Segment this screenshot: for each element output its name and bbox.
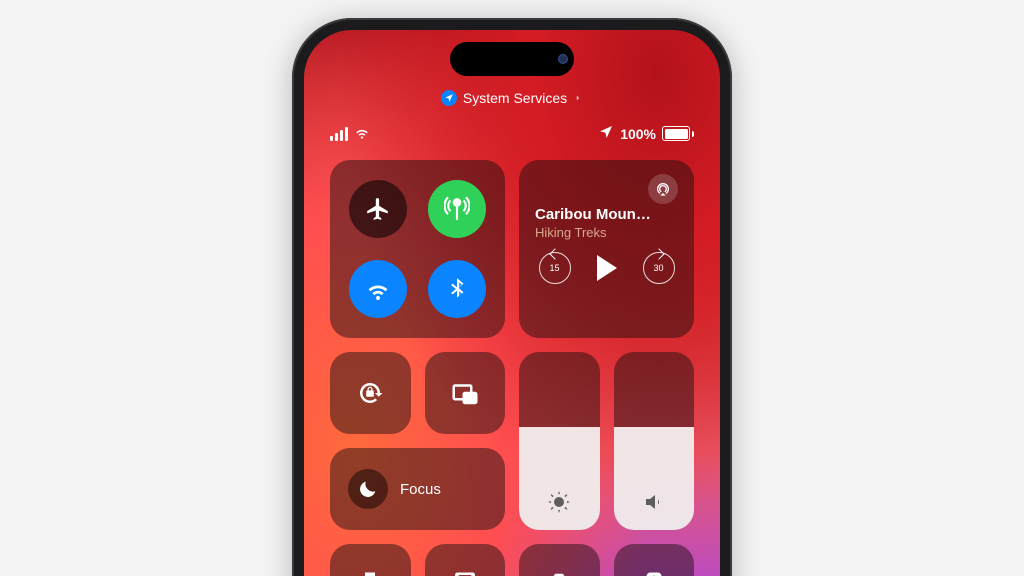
skip-forward-label: 30 [653, 263, 663, 273]
volume-slider[interactable] [614, 352, 695, 530]
antenna-icon [444, 196, 470, 222]
calculator-button[interactable] [425, 544, 506, 576]
orientation-lock-toggle[interactable] [330, 352, 411, 434]
camera-button[interactable] [519, 544, 600, 576]
chevron-right-icon [573, 90, 583, 106]
skip-back-button[interactable]: 15 [539, 252, 571, 284]
media-title: Caribou Moun… [535, 206, 678, 223]
stage: System Services 100% [0, 0, 1024, 576]
cellular-signal-icon [330, 127, 348, 141]
skip-forward-button[interactable]: 30 [643, 252, 675, 284]
airplane-icon [365, 196, 391, 222]
phone-frame: System Services 100% [292, 18, 732, 576]
focus-label: Focus [400, 481, 441, 498]
media-subtitle: Hiking Treks [535, 225, 678, 240]
location-banner[interactable]: System Services [304, 90, 720, 106]
moon-icon [348, 469, 388, 509]
calculator-icon [450, 570, 480, 576]
flashlight-button[interactable] [330, 544, 411, 576]
skip-back-label: 15 [549, 263, 559, 273]
airplay-button[interactable] [648, 174, 678, 204]
control-center-screen: System Services 100% [304, 30, 720, 576]
focus-button[interactable]: Focus [330, 448, 505, 530]
flashlight-icon [355, 570, 385, 576]
location-banner-label: System Services [463, 90, 567, 106]
play-button[interactable] [597, 255, 617, 281]
speaker-icon [642, 490, 666, 514]
connectivity-group[interactable] [330, 160, 505, 338]
wifi-toggle[interactable] [349, 260, 407, 318]
airplane-mode-toggle[interactable] [349, 180, 407, 238]
control-center-grid: Caribou Moun… Hiking Treks 15 30 [330, 160, 694, 576]
cellular-data-toggle[interactable] [428, 180, 486, 238]
airplay-icon [655, 181, 671, 197]
screen-mirroring-button[interactable] [425, 352, 506, 434]
battery-percent: 100% [620, 126, 656, 142]
now-playing-tile[interactable]: Caribou Moun… Hiking Treks 15 30 [519, 160, 694, 338]
brightness-slider[interactable] [519, 352, 600, 530]
location-status-icon [598, 124, 614, 143]
bluetooth-toggle[interactable] [428, 260, 486, 318]
tv-remote-icon [639, 570, 669, 576]
camera-icon [544, 570, 574, 576]
tv-remote-button[interactable] [614, 544, 695, 576]
battery-icon [662, 126, 694, 141]
wifi-status-icon [354, 124, 370, 143]
wifi-icon [365, 276, 391, 302]
location-arrow-icon [441, 90, 457, 106]
sun-icon [547, 490, 571, 514]
status-bar: 100% [330, 124, 694, 143]
screen-mirroring-icon [450, 378, 480, 408]
orientation-lock-icon [355, 378, 385, 408]
bluetooth-icon [444, 276, 470, 302]
dynamic-island [450, 42, 574, 76]
